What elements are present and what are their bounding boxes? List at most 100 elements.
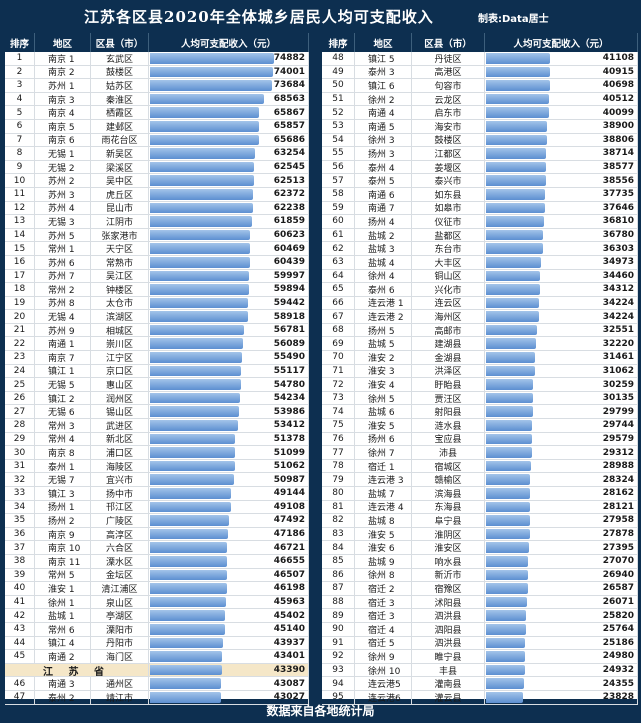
table-row: 9 无锡 2 梁溪区 62545 bbox=[5, 160, 309, 175]
rank-cell: 33 bbox=[5, 487, 35, 500]
income-cell: 55117 bbox=[149, 364, 309, 378]
income-bar bbox=[486, 542, 529, 553]
income-bar bbox=[150, 256, 250, 268]
income-bar bbox=[486, 678, 524, 689]
rank-cell: 86 bbox=[322, 568, 355, 582]
rank-cell: 8 bbox=[5, 147, 35, 160]
table-row: 67 连云港 2 海州区 34224 bbox=[322, 310, 638, 324]
table-row: 52 南通 4 启东市 40099 bbox=[322, 106, 638, 120]
region-cell: 盐城 7 bbox=[355, 487, 412, 500]
income-value: 43401 bbox=[273, 651, 305, 662]
income-cell: 29312 bbox=[485, 446, 638, 459]
county-cell: 姜堰区 bbox=[412, 160, 485, 174]
region-cell: 无锡 7 bbox=[35, 473, 91, 486]
county-cell: 相城区 bbox=[91, 323, 149, 337]
rank-cell: 12 bbox=[5, 201, 35, 215]
table-row: 32 无锡 7 宜兴市 50987 bbox=[5, 473, 309, 487]
table-row: 88 宿迁 3 沭阳县 26071 bbox=[322, 595, 638, 610]
county-cell: 高邮市 bbox=[412, 323, 485, 337]
table-row: 23 南京 7 江宁区 55490 bbox=[5, 351, 309, 365]
rank-cell: 58 bbox=[322, 187, 355, 201]
income-value: 40512 bbox=[602, 94, 634, 105]
income-cell: 26071 bbox=[485, 595, 638, 609]
income-bar bbox=[486, 460, 531, 472]
income-cell: 62545 bbox=[149, 160, 309, 174]
county-cell: 丹阳市 bbox=[91, 636, 149, 650]
region-header: 地区 bbox=[355, 33, 412, 52]
county-cell: 吴江区 bbox=[91, 269, 149, 283]
income-value: 30135 bbox=[602, 393, 634, 404]
income-cell: 36780 bbox=[485, 228, 638, 242]
income-value: 29744 bbox=[602, 420, 634, 431]
income-bar bbox=[150, 488, 231, 499]
province-name: 江 苏 省 bbox=[5, 663, 149, 677]
region-cell: 无锡 6 bbox=[35, 405, 91, 419]
county-cell: 海陵区 bbox=[91, 459, 149, 473]
rank-cell: 92 bbox=[322, 650, 355, 663]
county-header: 区县（市） bbox=[412, 33, 485, 52]
region-cell: 扬州 2 bbox=[35, 514, 91, 527]
income-cell: 34224 bbox=[485, 310, 638, 323]
county-cell: 虎丘区 bbox=[91, 187, 149, 201]
table-row: 15 常州 1 天宁区 60469 bbox=[5, 242, 309, 256]
income-cell: 40512 bbox=[485, 92, 638, 106]
left-table: 排序 地区 区县（市） 人均可支配收入（元） 1 南京 1 玄武区 74882 2 南京 … bbox=[5, 33, 309, 705]
income-bar bbox=[150, 542, 227, 553]
region-cell: 常州 1 bbox=[35, 242, 91, 255]
income-value: 24980 bbox=[602, 651, 634, 662]
income-value: 29312 bbox=[602, 447, 634, 458]
county-cell: 吴中区 bbox=[91, 174, 149, 187]
region-cell: 泰州 1 bbox=[35, 459, 91, 473]
county-cell: 梁溪区 bbox=[91, 160, 149, 174]
income-bar bbox=[150, 134, 259, 146]
income-bar bbox=[486, 691, 523, 703]
county-cell: 睢宁县 bbox=[412, 650, 485, 663]
table-row: 78 宿迁 1 宿城区 28988 bbox=[322, 459, 638, 474]
income-bar bbox=[150, 583, 227, 594]
county-cell: 洪泽区 bbox=[412, 364, 485, 378]
income-value: 36303 bbox=[602, 243, 634, 254]
income-value: 49144 bbox=[273, 488, 305, 499]
income-value: 31461 bbox=[602, 352, 634, 363]
rank-cell: 44 bbox=[5, 636, 35, 650]
region-cell: 盐城 1 bbox=[35, 609, 91, 622]
table-row: 38 南京 11 溧水区 46655 bbox=[5, 554, 309, 569]
county-cell: 灌南县 bbox=[412, 677, 485, 690]
region-cell: 连云港 1 bbox=[355, 296, 412, 310]
region-cell: 盐城 2 bbox=[355, 228, 412, 242]
county-cell: 京口区 bbox=[91, 364, 149, 378]
income-value: 27878 bbox=[602, 529, 634, 540]
region-cell: 南京 1 bbox=[35, 52, 91, 65]
county-cell: 金坛区 bbox=[91, 568, 149, 582]
rank-cell: 15 bbox=[5, 242, 35, 255]
table-row: 93 徐州 10 丰县 24932 bbox=[322, 663, 638, 678]
region-header: 地区 bbox=[35, 33, 91, 52]
table-row: 81 连云港 4 东海县 28121 bbox=[322, 500, 638, 515]
income-bar bbox=[486, 297, 539, 309]
income-cell: 51378 bbox=[149, 432, 309, 446]
rank-cell: 77 bbox=[322, 446, 355, 459]
rank-header: 排序 bbox=[5, 33, 35, 52]
income-cell: 34224 bbox=[485, 296, 638, 310]
province-income: 43390 bbox=[273, 665, 305, 676]
income-cell: 29799 bbox=[485, 405, 638, 419]
table-row: 48 镇江 5 丹徒区 41108 bbox=[322, 52, 638, 66]
region-cell: 南京 2 bbox=[35, 65, 91, 79]
income-bar bbox=[150, 243, 250, 254]
income-value: 37735 bbox=[602, 189, 634, 200]
county-cell: 浦口区 bbox=[91, 446, 149, 459]
income-cell: 29744 bbox=[485, 419, 638, 432]
income-bar bbox=[150, 53, 274, 64]
income-bar bbox=[486, 420, 532, 431]
county-cell: 金湖县 bbox=[412, 351, 485, 364]
table-row: 75 淮安 5 涟水县 29744 bbox=[322, 419, 638, 433]
table-row: 26 镇江 2 润州区 54234 bbox=[5, 391, 309, 406]
income-cell: 74882 bbox=[149, 52, 309, 65]
rank-cell: 14 bbox=[5, 228, 35, 242]
rank-cell: 65 bbox=[322, 283, 355, 296]
income-bar bbox=[486, 528, 530, 540]
county-cell: 赣榆区 bbox=[412, 473, 485, 486]
region-cell: 盐城 5 bbox=[355, 337, 412, 351]
rank-cell: 88 bbox=[322, 595, 355, 609]
table-row: 20 无锡 4 滨湖区 58918 bbox=[5, 310, 309, 324]
